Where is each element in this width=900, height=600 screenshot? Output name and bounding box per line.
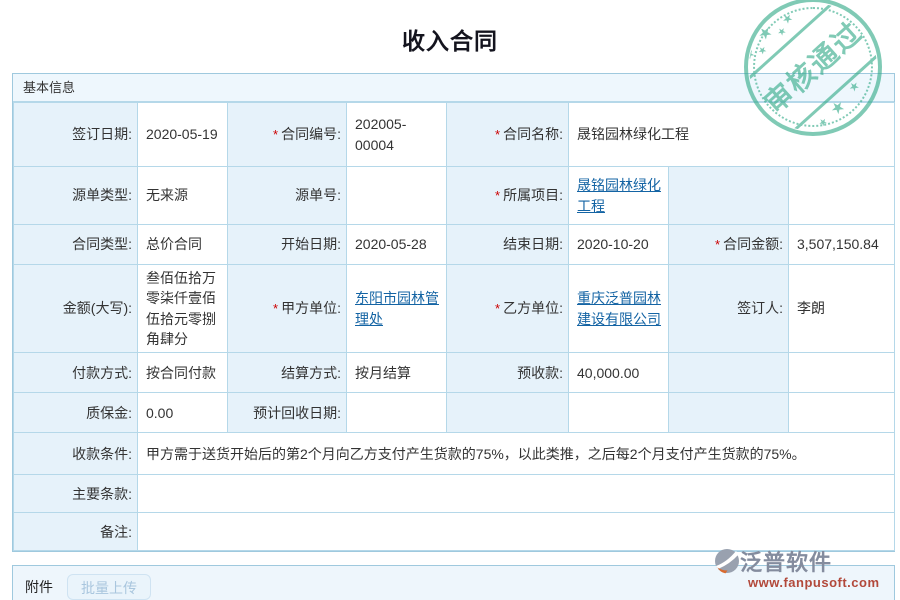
attachment-label: 附件 [25, 574, 53, 600]
empty-label-cell [669, 393, 789, 433]
label-party-a: *甲方单位: [228, 265, 347, 353]
label-contract-no: *合同编号: [228, 103, 347, 167]
value-settlement-method: 按月结算 [347, 353, 447, 393]
section-header-basic-info: 基本信息 [13, 74, 894, 102]
income-contract-page: 收入合同 基本信息 签订日期: 2020-05-19 *合同编号: 202005… [0, 0, 900, 600]
required-asterisk: * [273, 301, 278, 316]
value-advance-payment: 40,000.00 [569, 353, 669, 393]
value-project: 晟铭园林绿化工程 [569, 167, 669, 225]
empty-label-cell [669, 353, 789, 393]
label-settlement-method: 结算方式: [228, 353, 347, 393]
project-link[interactable]: 晟铭园林绿化工程 [577, 177, 661, 213]
watermark-brand: 泛普软件 [740, 545, 832, 577]
value-end-date: 2020-10-20 [569, 225, 669, 265]
value-contract-name: 晟铭园林绿化工程 [569, 103, 895, 167]
label-amount-words: 金额(大写): [14, 265, 138, 353]
table-row: 金额(大写): 叁佰伍拾万零柒仟壹佰伍拾元零捌角肆分 *甲方单位: 东阳市园林管… [14, 265, 895, 353]
label-party-b: *乙方单位: [447, 265, 569, 353]
required-asterisk: * [715, 237, 720, 252]
fanpu-logo-icon [714, 548, 740, 574]
watermark-url: www.fanpusoft.com [748, 575, 880, 590]
label-payment-method: 付款方式: [14, 353, 138, 393]
label-contract-name: *合同名称: [447, 103, 569, 167]
value-signer: 李朗 [789, 265, 895, 353]
fanpu-watermark: 泛普软件 www.fanpusoft.com [714, 545, 880, 590]
table-row: 主要条款: [14, 475, 895, 513]
label-advance-payment: 预收款: [447, 353, 569, 393]
label-contract-amount: *合同金额: [669, 225, 789, 265]
empty-value-cell [789, 353, 895, 393]
label-start-date: 开始日期: [228, 225, 347, 265]
value-retention: 0.00 [138, 393, 228, 433]
label-source-type: 源单类型: [14, 167, 138, 225]
label-retention: 质保金: [14, 393, 138, 433]
value-amount-words: 叁佰伍拾万零柒仟壹佰伍拾元零捌角肆分 [138, 265, 228, 353]
value-party-a: 东阳市园林管理处 [347, 265, 447, 353]
table-row: 源单类型: 无来源 源单号: *所属项目: 晟铭园林绿化工程 [14, 167, 895, 225]
label-main-clauses: 主要条款: [14, 475, 138, 513]
value-main-clauses [138, 475, 895, 513]
label-signer: 签订人: [669, 265, 789, 353]
value-source-no [347, 167, 447, 225]
label-sign-date: 签订日期: [14, 103, 138, 167]
value-payment-terms: 甲方需于送货开始后的第2个月向乙方支付产生货款的75%，以此类推，之后每2个月支… [138, 433, 895, 475]
table-row: 收款条件: 甲方需于送货开始后的第2个月向乙方支付产生货款的75%，以此类推，之… [14, 433, 895, 475]
value-payment-method: 按合同付款 [138, 353, 228, 393]
basic-info-table: 签订日期: 2020-05-19 *合同编号: 202005-00004 *合同… [13, 102, 895, 551]
page-title: 收入合同 [0, 22, 900, 56]
empty-value-cell [569, 393, 669, 433]
party-b-link[interactable]: 重庆泛普园林建设有限公司 [577, 290, 661, 326]
value-sign-date: 2020-05-19 [138, 103, 228, 167]
label-payment-terms: 收款条件: [14, 433, 138, 475]
table-row: 质保金: 0.00 预计回收日期: [14, 393, 895, 433]
required-asterisk: * [495, 127, 500, 142]
required-asterisk: * [495, 188, 500, 203]
empty-value-cell [789, 393, 895, 433]
value-party-b: 重庆泛普园林建设有限公司 [569, 265, 669, 353]
required-asterisk: * [495, 301, 500, 316]
label-contract-type: 合同类型: [14, 225, 138, 265]
batch-upload-button[interactable]: 批量上传 [67, 574, 151, 600]
table-row: 合同类型: 总价合同 开始日期: 2020-05-28 结束日期: 2020-1… [14, 225, 895, 265]
label-source-no: 源单号: [228, 167, 347, 225]
value-contract-no: 202005-00004 [347, 103, 447, 167]
empty-label-cell [447, 393, 569, 433]
table-row: 付款方式: 按合同付款 结算方式: 按月结算 预收款: 40,000.00 [14, 353, 895, 393]
value-contract-amount: 3,507,150.84 [789, 225, 895, 265]
value-contract-type: 总价合同 [138, 225, 228, 265]
label-remarks: 备注: [14, 513, 138, 551]
basic-info-panel: 基本信息 签订日期: 2020-05-19 *合同编号: 202005-0000… [12, 73, 895, 552]
label-expected-recovery-date: 预计回收日期: [228, 393, 347, 433]
empty-label-cell [669, 167, 789, 225]
empty-value-cell [789, 167, 895, 225]
label-end-date: 结束日期: [447, 225, 569, 265]
required-asterisk: * [273, 127, 278, 142]
value-start-date: 2020-05-28 [347, 225, 447, 265]
value-source-type: 无来源 [138, 167, 228, 225]
value-expected-recovery-date [347, 393, 447, 433]
label-project: *所属项目: [447, 167, 569, 225]
table-row: 签订日期: 2020-05-19 *合同编号: 202005-00004 *合同… [14, 103, 895, 167]
party-a-link[interactable]: 东阳市园林管理处 [355, 290, 439, 326]
